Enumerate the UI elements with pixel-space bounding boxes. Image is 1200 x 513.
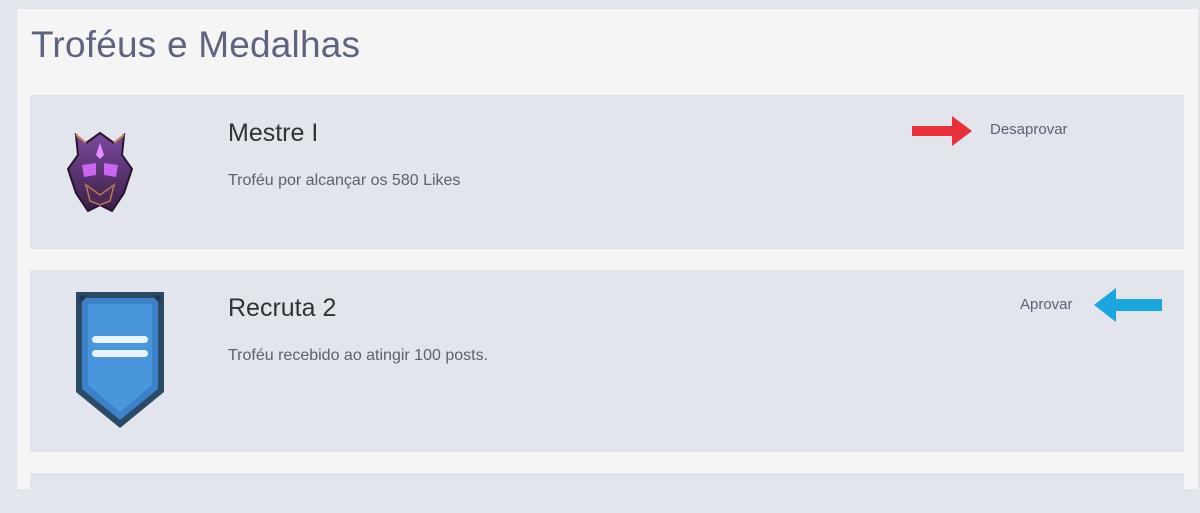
page-title: Troféus e Medalhas — [31, 24, 361, 65]
trophies-panel: Troféus e Medalhas Mestre I Troféu por a… — [17, 9, 1198, 513]
trophy-card: Recruta 2 Troféu recebido ao atingir 100… — [30, 270, 1184, 452]
trophy-name: Recruta 2 — [228, 294, 337, 322]
disapprove-link[interactable]: Desaprovar — [990, 121, 1068, 138]
purple-helmet-icon — [62, 129, 138, 215]
trophy-description: Troféu recebido ao atingir 100 posts. — [228, 347, 489, 364]
blue-arrow-left-icon — [1094, 288, 1162, 322]
red-arrow-right-icon — [912, 116, 972, 146]
trophy-card — [30, 473, 1184, 513]
trophy-name: Mestre I — [228, 119, 319, 147]
trophy-description: Troféu por alcançar os 580 Likes — [228, 172, 461, 189]
approve-link[interactable]: Aprovar — [1020, 296, 1073, 313]
trophy-card: Mestre I Troféu por alcançar os 580 Like… — [30, 95, 1184, 249]
blue-shield-badge-icon — [70, 288, 170, 433]
